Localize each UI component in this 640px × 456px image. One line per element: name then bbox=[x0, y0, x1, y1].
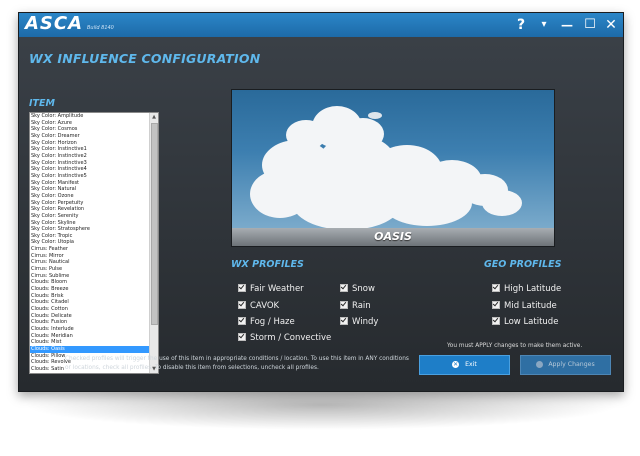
checkbox-checked-icon[interactable] bbox=[340, 300, 348, 309]
list-item[interactable]: Sky Color: Dreamer bbox=[30, 133, 149, 140]
checkbox-checked-icon[interactable] bbox=[238, 316, 246, 325]
apply-icon bbox=[536, 360, 544, 368]
item-preview: OASIS bbox=[231, 89, 555, 247]
checkbox-checked-icon[interactable] bbox=[492, 283, 500, 292]
wx-cavok-checkbox[interactable]: CAVOK bbox=[238, 300, 279, 313]
checkbox-checked-icon[interactable] bbox=[238, 332, 246, 341]
checkbox-checked-icon[interactable] bbox=[492, 316, 500, 325]
list-item[interactable]: Sky Color: Instinctive2 bbox=[30, 153, 149, 160]
list-item[interactable]: Clouds: Bloom bbox=[30, 279, 149, 286]
list-item[interactable]: Cirrus: Pulse bbox=[30, 266, 149, 273]
list-item[interactable]: Cirrus: Mirror bbox=[30, 253, 149, 260]
list-item[interactable]: Sky Color: Tropic bbox=[30, 233, 149, 240]
checkbox-checked-icon[interactable] bbox=[238, 283, 246, 292]
minimize-icon[interactable]: — bbox=[558, 15, 576, 35]
geo-mid-latitude-checkbox[interactable]: Mid Latitude bbox=[492, 300, 557, 313]
page-title: WX INFLUENCE CONFIGURATION bbox=[29, 51, 261, 66]
main-panel: WX INFLUENCE CONFIGURATION ITEM Sky Colo… bbox=[19, 37, 623, 391]
checkbox-checked-icon[interactable] bbox=[340, 316, 348, 325]
list-item[interactable]: Sky Color: Natural bbox=[30, 186, 149, 193]
list-item[interactable]: Sky Color: Azure bbox=[30, 120, 149, 127]
geo-low-latitude-checkbox[interactable]: Low Latitude bbox=[492, 316, 558, 329]
build-label: Build 8140 bbox=[87, 25, 114, 31]
checkbox-checked-icon[interactable] bbox=[238, 300, 246, 309]
list-item[interactable]: Clouds: Citadel bbox=[30, 299, 149, 306]
exit-button[interactable]: ✕ Exit bbox=[419, 355, 510, 375]
list-item[interactable]: Sky Color: Ozone bbox=[30, 193, 149, 200]
list-item[interactable]: Sky Color: Cosmos bbox=[30, 126, 149, 133]
wx-storm-convective-checkbox[interactable]: Storm / Convective bbox=[238, 332, 331, 345]
list-item[interactable]: Sky Color: Serenity bbox=[30, 213, 149, 220]
geo-profiles-title: GEO PROFILES bbox=[484, 259, 562, 270]
list-item[interactable]: Sky Color: Skyline bbox=[30, 220, 149, 227]
app-logo: ASCA bbox=[25, 13, 84, 34]
cloud-preview-image bbox=[232, 90, 554, 230]
apply-notice: You must APPLY changes to make them acti… bbox=[447, 343, 583, 349]
list-item[interactable]: Sky Color: Perpetuity bbox=[30, 200, 149, 207]
geo-high-latitude-checkbox[interactable]: High Latitude bbox=[492, 283, 561, 296]
menu-dropdown-icon[interactable]: ▾ bbox=[535, 15, 553, 35]
list-item[interactable]: Sky Color: Horizon bbox=[30, 140, 149, 147]
list-item[interactable]: Clouds: Fusion bbox=[30, 319, 149, 326]
list-scrollbar[interactable]: ▲ ▼ bbox=[149, 113, 158, 373]
title-bar[interactable]: ASCA Build 8140 ? ▾ — ☐ ✕ bbox=[19, 13, 623, 37]
list-item[interactable]: Cirrus: Sublime bbox=[30, 273, 149, 280]
help-icon[interactable]: ? bbox=[512, 15, 530, 35]
list-item[interactable]: Clouds: Oasis bbox=[30, 345, 149, 353]
wx-fog-haze-checkbox[interactable]: Fog / Haze bbox=[238, 316, 295, 329]
list-item[interactable]: Sky Color: Instinctive4 bbox=[30, 166, 149, 173]
list-item[interactable]: Sky Color: Utopia bbox=[30, 239, 149, 246]
preview-caption: OASIS bbox=[374, 230, 412, 243]
list-item[interactable]: Sky Color: Revelation bbox=[30, 206, 149, 213]
list-item[interactable]: Cirrus: Nautical bbox=[30, 259, 149, 266]
scroll-thumb[interactable] bbox=[151, 123, 158, 325]
wx-windy-checkbox[interactable]: Windy bbox=[340, 316, 378, 329]
apply-changes-button[interactable]: Apply Changes bbox=[520, 355, 611, 375]
list-item[interactable]: Clouds: Interlude bbox=[30, 326, 149, 333]
item-list: Sky Color: Amplitude Sky Color: Azure Sky … bbox=[30, 113, 149, 373]
list-item[interactable]: Sky Color: Instinctive3 bbox=[30, 160, 149, 167]
wx-rain-checkbox[interactable]: Rain bbox=[340, 300, 371, 313]
wx-snow-checkbox[interactable]: Snow bbox=[340, 283, 375, 296]
close-icon[interactable]: ✕ bbox=[602, 15, 620, 35]
scroll-up-icon[interactable]: ▲ bbox=[150, 113, 158, 121]
close-circle-icon: ✕ bbox=[452, 360, 460, 368]
list-item[interactable]: Clouds: Breeze bbox=[30, 286, 149, 293]
list-item[interactable]: Sky Color: Stratosphere bbox=[30, 226, 149, 233]
list-item[interactable]: Clouds: Mist bbox=[30, 339, 149, 346]
wx-profiles-title: WX PROFILES bbox=[231, 259, 304, 270]
list-item[interactable]: Cirrus: Feather bbox=[30, 246, 149, 253]
app-window: ASCA Build 8140 ? ▾ — ☐ ✕ WX INFLUENCE C… bbox=[18, 12, 624, 392]
list-item[interactable]: Sky Color: Instinctive5 bbox=[30, 173, 149, 180]
wx-fair-weather-checkbox[interactable]: Fair Weather bbox=[238, 283, 304, 296]
list-item[interactable]: Clouds: Meridian bbox=[30, 333, 149, 340]
list-item[interactable]: Clouds: Cotton bbox=[30, 306, 149, 313]
checkbox-checked-icon[interactable] bbox=[492, 300, 500, 309]
list-item[interactable]: Clouds: Brisk bbox=[30, 293, 149, 300]
checkbox-checked-icon[interactable] bbox=[340, 283, 348, 292]
list-item[interactable]: Sky Color: Manifest bbox=[30, 180, 149, 187]
list-item[interactable]: Clouds: Delicate bbox=[30, 313, 149, 320]
maximize-icon[interactable]: ☐ bbox=[581, 15, 599, 35]
item-listbox[interactable]: Sky Color: Amplitude Sky Color: Azure Sky … bbox=[29, 112, 159, 374]
list-item[interactable]: Sky Color: Amplitude bbox=[30, 113, 149, 120]
item-label: ITEM bbox=[29, 98, 55, 109]
profile-hint-text: Checked profiles will trigger the use of… bbox=[65, 356, 409, 371]
list-item[interactable]: Sky Color: Instinctive1 bbox=[30, 146, 149, 153]
